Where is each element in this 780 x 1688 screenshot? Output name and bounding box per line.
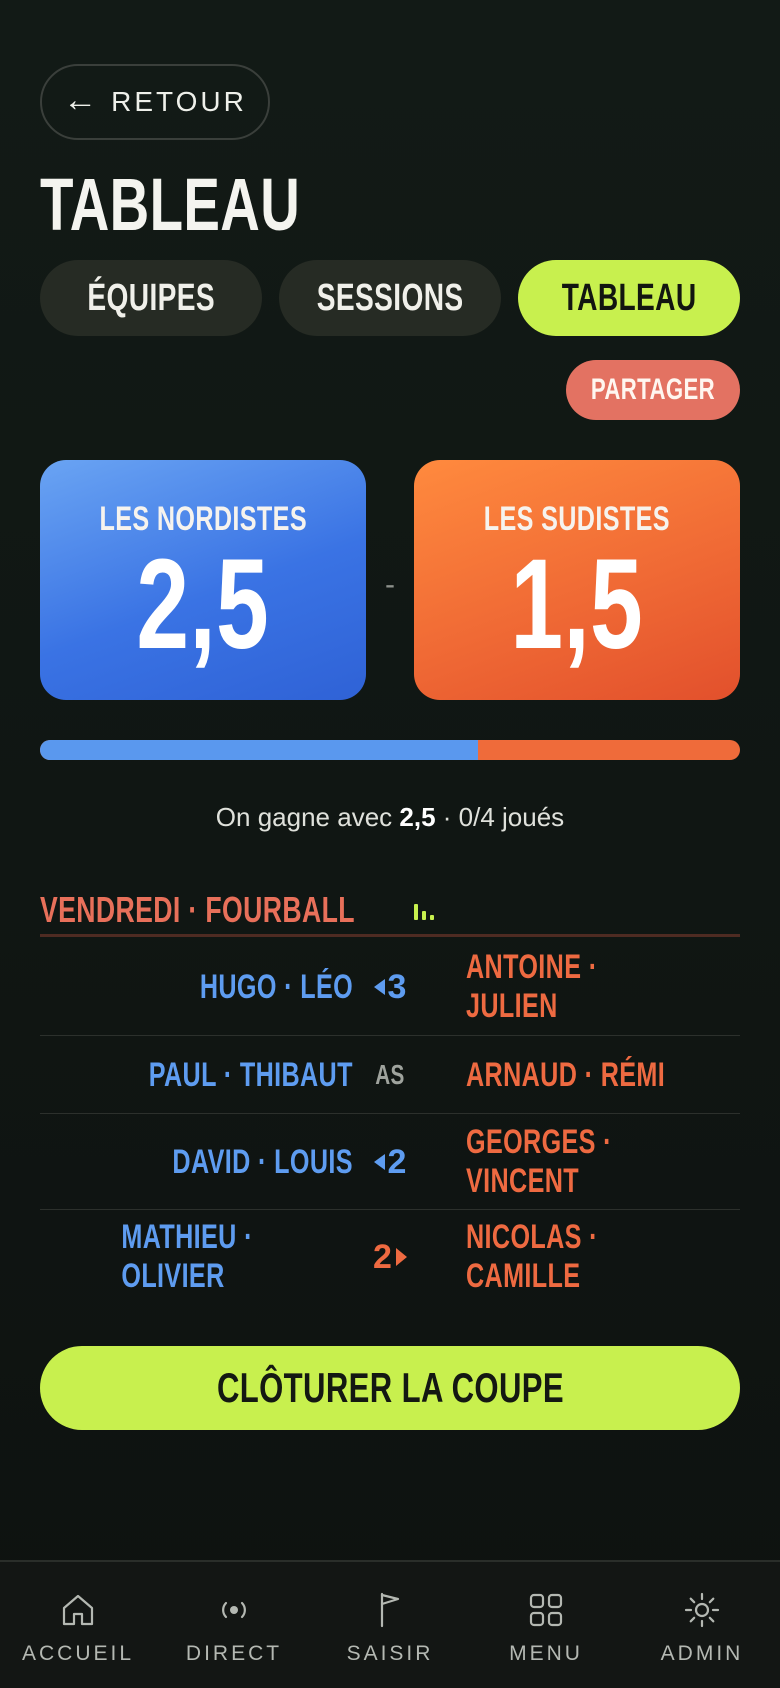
team-a-score: 2,5	[136, 533, 270, 676]
section-divider	[40, 934, 740, 937]
match-left-team: HUGO · LÉO	[146, 938, 353, 1036]
match-right-team: ANTOINE · JULIEN	[466, 938, 740, 1036]
back-label: RETOUR	[111, 86, 247, 117]
back-button[interactable]: ← RETOUR	[40, 64, 270, 140]
score-separator: -	[385, 568, 395, 601]
match-left-team: PAUL · THIBAUT	[77, 1036, 353, 1114]
tab-bar: ÉQUIPES SESSIONS TABLEAU	[40, 260, 740, 336]
tab-tableau[interactable]: TABLEAU	[518, 260, 740, 336]
match-left-label: DAVID · LOUIS	[172, 1142, 353, 1181]
share-button[interactable]: PARTAGER	[566, 360, 740, 420]
nav-label: MENU	[509, 1642, 583, 1665]
match-left-label: MATHIEU · OLIVIER	[121, 1218, 253, 1295]
close-cup-label: CLÔTURER LA COUPE	[216, 1364, 564, 1411]
nav-admin[interactable]: ADMIN	[624, 1562, 780, 1688]
match-right-label: ARNAUD · RÉMI	[466, 1055, 666, 1094]
grid-icon	[526, 1590, 566, 1630]
team-b-score: 1,5	[510, 533, 644, 676]
live-icon	[214, 1590, 254, 1630]
match-right-label: ANTOINE · JULIEN	[466, 948, 598, 1025]
match-right-label: NICOLAS · CAMILLE	[466, 1218, 598, 1295]
nav-accueil[interactable]: ACCUEIL	[0, 1562, 156, 1688]
match-left-team: MATHIEU · OLIVIER	[40, 1210, 353, 1304]
lead-right-icon	[395, 1248, 407, 1266]
match-row[interactable]: HUGO · LÉO 3 ANTOINE · JULIEN	[40, 938, 740, 1036]
match-status: 2	[360, 1114, 420, 1210]
bars-icon	[413, 900, 434, 920]
nav-label: DIRECT	[185, 1642, 283, 1665]
match-status-label: 3	[387, 967, 407, 1006]
match-left-label: PAUL · THIBAUT	[148, 1055, 353, 1094]
bottom-nav: ACCUEIL DIRECT SAISIR MENU ADMIN	[0, 1560, 780, 1688]
lead-left-icon	[373, 979, 385, 995]
tab-label: SESSIONS	[316, 276, 464, 319]
nav-saisir[interactable]: SAISIR	[312, 1562, 468, 1688]
match-status: 2	[360, 1210, 420, 1304]
nav-menu[interactable]: MENU	[468, 1562, 624, 1688]
match-right-team: GEORGES · VINCENT	[466, 1114, 740, 1210]
flag-icon	[370, 1590, 410, 1630]
status-line: On gagne avec 2,5 · 0/4 joués	[0, 802, 780, 833]
page-title: TABLEAU	[40, 163, 301, 246]
match-status: AS	[360, 1036, 420, 1114]
match-row[interactable]: DAVID · LOUIS 2 GEORGES · VINCENT	[40, 1114, 740, 1210]
tab-sessions[interactable]: SESSIONS	[279, 260, 501, 336]
match-right-team: NICOLAS · CAMILLE	[466, 1210, 740, 1304]
status-value: 2,5	[399, 802, 436, 832]
nav-direct[interactable]: DIRECT	[156, 1562, 312, 1688]
match-left-label: HUGO · LÉO	[199, 967, 353, 1006]
tab-equipes[interactable]: ÉQUIPES	[40, 260, 262, 336]
tab-label: TABLEAU	[561, 276, 697, 319]
match-right-team: ARNAUD · RÉMI	[466, 1036, 735, 1114]
nav-label: ACCUEIL	[21, 1642, 135, 1665]
status-suffix: · 0/4 joués	[442, 802, 565, 832]
match-status-label: 2	[387, 1142, 407, 1181]
match-status-label: AS	[375, 1059, 405, 1090]
match-row[interactable]: PAUL · THIBAUT AS ARNAUD · RÉMI	[40, 1036, 740, 1114]
match-right-label: GEORGES · VINCENT	[466, 1123, 612, 1200]
nav-label: SAISIR	[346, 1642, 434, 1665]
close-cup-button[interactable]: CLÔTURER LA COUPE	[40, 1346, 740, 1430]
match-left-team: DAVID · LOUIS	[109, 1114, 353, 1210]
team-a-progress-fill	[40, 740, 478, 760]
app-screen: ← RETOUR TABLEAU ÉQUIPES SESSIONS TABLEA…	[0, 0, 780, 1688]
sun-gear-icon	[682, 1590, 722, 1630]
nav-label: ADMIN	[660, 1642, 744, 1665]
match-status: 3	[360, 938, 420, 1036]
team-b-score-card: LES SUDISTES 1,5	[414, 460, 740, 700]
team-a-score-card: LES NORDISTES 2,5	[40, 460, 366, 700]
match-row[interactable]: MATHIEU · OLIVIER 2 NICOLAS · CAMILLE	[40, 1210, 740, 1304]
score-progress-bar	[40, 740, 740, 760]
tab-label: ÉQUIPES	[87, 276, 215, 319]
share-label: PARTAGER	[590, 373, 716, 406]
home-icon	[58, 1590, 98, 1630]
section-header: VENDREDI · FOURBALL	[40, 888, 434, 932]
section-title: VENDREDI · FOURBALL	[40, 889, 355, 930]
match-status-label: 2	[373, 1237, 392, 1276]
arrow-left-icon: ←	[63, 80, 98, 119]
lead-left-icon	[373, 1154, 385, 1170]
status-prefix: On gagne avec	[215, 802, 393, 832]
